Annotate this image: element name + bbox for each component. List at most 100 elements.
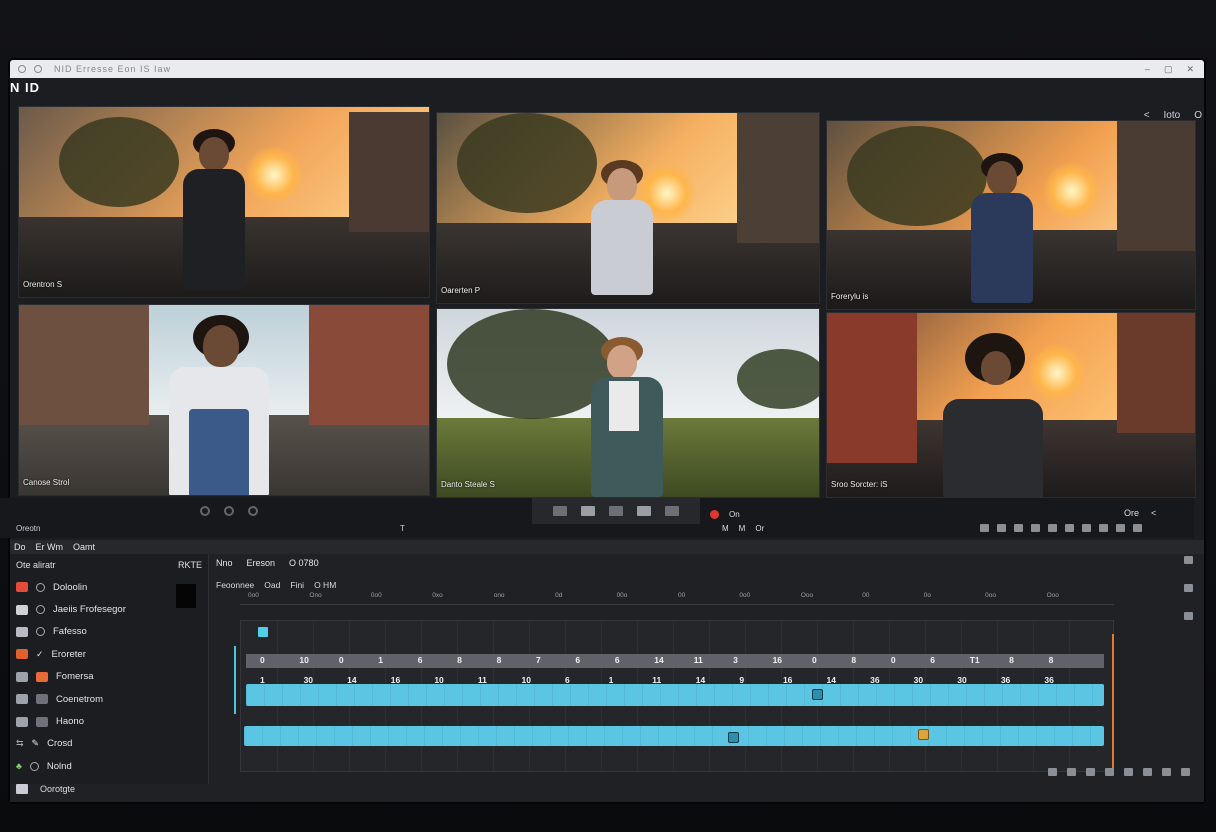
media-sidebar: Ote aliratr RKTE Doloolin Jaeiis Frofese… bbox=[10, 554, 209, 784]
back-icon[interactable]: < bbox=[1151, 508, 1156, 518]
clip-marker[interactable] bbox=[812, 689, 823, 700]
record-subgroup: M M Or bbox=[722, 524, 764, 533]
stop-icon[interactable] bbox=[609, 506, 623, 516]
tool-icon[interactable] bbox=[1031, 524, 1040, 532]
folder-icon[interactable] bbox=[16, 784, 28, 794]
sidebar-item[interactable]: Fafesso bbox=[16, 621, 126, 643]
play-icon[interactable] bbox=[581, 506, 595, 516]
lock-icon[interactable] bbox=[1184, 584, 1193, 592]
eye-icon[interactable] bbox=[29, 761, 39, 771]
window-dot-icon[interactable] bbox=[18, 65, 26, 73]
clip-marker[interactable] bbox=[728, 732, 739, 743]
eye-icon[interactable] bbox=[36, 582, 45, 592]
playhead-handle[interactable] bbox=[258, 627, 268, 637]
panel-icon[interactable] bbox=[1184, 556, 1193, 564]
pen-icon[interactable]: ✎ bbox=[32, 738, 40, 749]
end-icon[interactable] bbox=[665, 506, 679, 516]
preview-left-small[interactable]: T bbox=[400, 524, 405, 533]
tool-icon[interactable] bbox=[1067, 768, 1076, 776]
tool-icon[interactable] bbox=[997, 524, 1006, 532]
video-track-clip[interactable] bbox=[246, 684, 1104, 706]
timeline-number: 0 bbox=[260, 655, 265, 665]
timeline-header-item[interactable]: Nno bbox=[216, 558, 233, 568]
ruler-label: 00 bbox=[678, 592, 686, 599]
eye-icon[interactable] bbox=[36, 605, 45, 615]
tool-icon[interactable] bbox=[1181, 768, 1190, 776]
sidebar-item[interactable]: Doloolin bbox=[16, 576, 126, 598]
ruler-label: 0o0 bbox=[248, 592, 259, 599]
color-swatch[interactable] bbox=[176, 584, 196, 608]
menu-bar: Do Er Wm Oamt bbox=[10, 540, 1204, 554]
sidebar-item[interactable]: ♣ Nolnd bbox=[16, 755, 126, 777]
timeline-ruler[interactable]: 0o0 Ono 0o0 0xo ono 0d 00o 00 0o0 Ooo 00 0o 0oo Ooo bbox=[240, 592, 1114, 605]
sidebar-item[interactable]: Jaeiis Frofesegor bbox=[16, 598, 126, 620]
next-icon[interactable] bbox=[248, 506, 258, 516]
tool-icon[interactable] bbox=[1143, 768, 1152, 776]
tool-icon[interactable] bbox=[980, 524, 989, 532]
center-transport bbox=[532, 498, 700, 524]
timeline-header-item[interactable]: Ereson bbox=[247, 558, 276, 568]
tool-icon[interactable] bbox=[1133, 524, 1142, 532]
timeline-sub-item[interactable]: Fini bbox=[290, 580, 304, 590]
sidebar-item-label: Fafesso bbox=[53, 626, 87, 638]
grid-icon bbox=[16, 694, 28, 705]
preview-tile[interactable]: Oarerten P bbox=[436, 112, 820, 304]
tile-caption: Sroo Sorcter: iS bbox=[831, 480, 888, 489]
ruler-label: 0d bbox=[555, 592, 563, 599]
tool-icon[interactable] bbox=[1048, 768, 1057, 776]
search-icon[interactable] bbox=[1184, 612, 1193, 620]
tool-icon[interactable] bbox=[1014, 524, 1023, 532]
tool-icon[interactable] bbox=[1065, 524, 1074, 532]
tool-icon[interactable] bbox=[1082, 524, 1091, 532]
preview-tile[interactable]: Danto Steale S bbox=[436, 308, 820, 498]
app-name: N ID bbox=[10, 80, 40, 95]
sidebar-item[interactable]: Fomersa bbox=[16, 666, 126, 688]
tool-icon[interactable] bbox=[1048, 524, 1057, 532]
menu-item[interactable]: Oamt bbox=[73, 542, 95, 552]
tool-icon[interactable] bbox=[1116, 524, 1125, 532]
record-icon[interactable] bbox=[710, 510, 719, 519]
in-marker[interactable] bbox=[234, 646, 236, 714]
warning-icon bbox=[16, 604, 28, 615]
tool-icon[interactable] bbox=[1099, 524, 1108, 532]
menu-item[interactable]: Do bbox=[14, 542, 26, 552]
ruler-label: ono bbox=[493, 592, 505, 599]
clip-marker[interactable] bbox=[918, 729, 929, 740]
forward-icon[interactable] bbox=[637, 506, 651, 516]
tool-icon[interactable] bbox=[1162, 768, 1171, 776]
link-icon: ⇆ bbox=[16, 738, 24, 749]
ruler-label: 0o0 bbox=[370, 592, 382, 599]
sidebar-item[interactable]: Coenetrom bbox=[16, 688, 126, 710]
close-icon[interactable]: ✕ bbox=[1186, 64, 1194, 75]
timeline-number: 10 bbox=[299, 655, 309, 665]
window-dot-icon[interactable] bbox=[34, 65, 42, 73]
sidebar-item-label: Coenetrom bbox=[56, 693, 103, 705]
preview-tile[interactable]: Orentron S bbox=[18, 106, 430, 298]
prev-icon[interactable] bbox=[200, 506, 210, 516]
sidebar-list: Doloolin Jaeiis Frofesegor Fafesso ✓ Eror… bbox=[16, 576, 126, 778]
timeline-sub-item[interactable]: Oad bbox=[264, 580, 280, 590]
preview-tile[interactable]: Forerylu is bbox=[826, 120, 1196, 310]
tool-icon[interactable] bbox=[1105, 768, 1114, 776]
eye-icon[interactable] bbox=[36, 627, 45, 637]
rewind-icon[interactable] bbox=[553, 506, 567, 516]
preview-tile[interactable]: Sroo Sorcter: iS bbox=[826, 312, 1196, 498]
sidebar-item[interactable]: Haono bbox=[16, 710, 126, 732]
audio-track-clip[interactable] bbox=[244, 726, 1104, 746]
check-icon[interactable]: ✓ bbox=[36, 649, 44, 660]
sidebar-item-label: Eroreter bbox=[51, 648, 86, 660]
play-icon[interactable] bbox=[224, 506, 234, 516]
playhead[interactable] bbox=[1112, 634, 1114, 774]
sidebar-item[interactable]: ✓ Eroreter bbox=[16, 643, 126, 665]
timeline-sub-item[interactable]: Feoonnee bbox=[216, 580, 254, 590]
tool-icon[interactable] bbox=[1086, 768, 1095, 776]
menu-item[interactable]: Er Wm bbox=[36, 542, 64, 552]
maximize-icon[interactable]: ▢ bbox=[1164, 64, 1173, 75]
tool-icon[interactable] bbox=[1124, 768, 1133, 776]
timeline-number: 8 bbox=[851, 655, 857, 665]
sidebar-item[interactable]: ⇆ ✎ Crosd bbox=[16, 733, 126, 755]
timeline-subheader: Feoonnee Oad Fini O HM bbox=[216, 580, 336, 590]
minimize-icon[interactable]: – bbox=[1145, 64, 1150, 75]
preview-tile[interactable]: Canose Strol bbox=[18, 304, 430, 496]
item-icon bbox=[16, 649, 28, 660]
